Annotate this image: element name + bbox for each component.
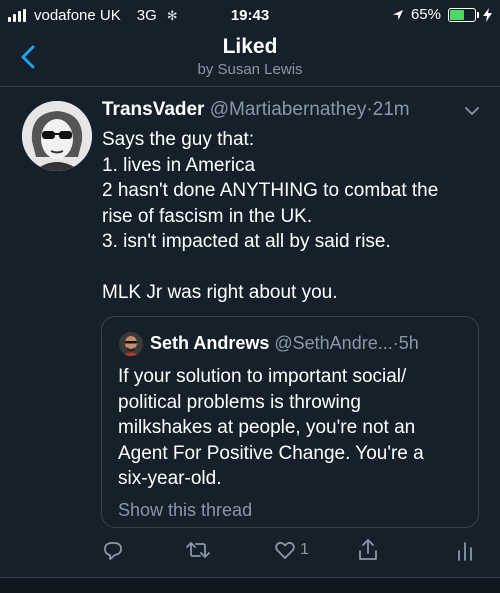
quoted-tweet-text: If your solution to important social/ po… — [118, 364, 468, 492]
analytics-button[interactable] — [455, 537, 475, 563]
tweet-header: TransVader @Martiabernathey·21m — [102, 99, 410, 121]
heart-icon — [275, 541, 295, 559]
tweet-time: 21m — [372, 99, 410, 120]
tweet-text-line: Says the guy that: — [102, 129, 255, 150]
status-bar: vodafone UK 3G ✻ 19:43 65% — [0, 0, 500, 30]
like-count: 1 — [300, 541, 309, 558]
chevron-down-icon[interactable] — [464, 105, 480, 117]
quoted-tweet-header: Seth Andrews @SethAndre...·5h — [150, 333, 419, 354]
section-divider — [0, 577, 500, 593]
avatar[interactable] — [119, 332, 143, 356]
page-header: Liked by Susan Lewis — [0, 30, 500, 87]
quoted-author-name: Seth Andrews — [150, 333, 270, 353]
tweet[interactable]: TransVader @Martiabernathey·21m Says the… — [0, 87, 500, 577]
quoted-text-line: political problems is throwing — [118, 391, 361, 413]
show-thread-link[interactable]: Show this thread — [118, 500, 252, 521]
page-subtitle: by Susan Lewis — [197, 61, 303, 78]
location-arrow-icon — [392, 9, 403, 20]
quoted-text-line: six-year-old. — [118, 468, 222, 489]
tweet-text-line: 1. lives in America — [102, 154, 256, 176]
author-handle[interactable]: @Martiabernathey — [210, 99, 367, 120]
quoted-tweet-time: 5h — [398, 333, 419, 353]
analytics-icon — [458, 542, 472, 561]
tweet-text-line: 3. isn't impacted at all by said rise. — [102, 231, 391, 252]
quoted-author-handle: @SethAndre... — [274, 333, 393, 353]
avatar-portrait-icon — [22, 101, 92, 171]
quoted-text-line: Agent For Positive Change. You're a — [118, 442, 424, 464]
reply-button[interactable] — [101, 537, 125, 563]
avatar[interactable] — [22, 101, 92, 171]
reply-icon — [104, 542, 122, 560]
share-icon — [359, 539, 377, 560]
quoted-avatar-portrait-icon — [119, 332, 143, 356]
share-button[interactable] — [356, 537, 380, 563]
tweet-text-line: 2 hasn't done ANYTHING to combat the — [102, 180, 439, 201]
battery-percent: 65% — [410, 6, 441, 23]
tweet-text: Says the guy that: 1. lives in America 2… — [102, 127, 487, 306]
quoted-text-line: milkshakes at people, you're not an — [118, 417, 416, 438]
like-button[interactable]: 1 — [273, 537, 309, 563]
tweet-text-line — [102, 255, 487, 281]
retweet-button[interactable] — [185, 537, 211, 563]
quoted-text-line: If your solution to important social/ — [118, 366, 407, 387]
tweet-text-line: MLK Jr was right about you. — [102, 282, 338, 303]
page-title: Liked — [222, 35, 278, 58]
quoted-tweet-card[interactable]: Seth Andrews @SethAndre...·5h If your so… — [101, 316, 479, 528]
author-name[interactable]: TransVader — [102, 99, 204, 120]
retweet-icon — [186, 542, 210, 558]
tweet-actions: 1 — [0, 537, 500, 567]
battery-icon — [448, 7, 479, 22]
charging-bolt-icon — [483, 7, 492, 22]
tweet-text-line: rise of fascism in the UK. — [102, 205, 313, 227]
